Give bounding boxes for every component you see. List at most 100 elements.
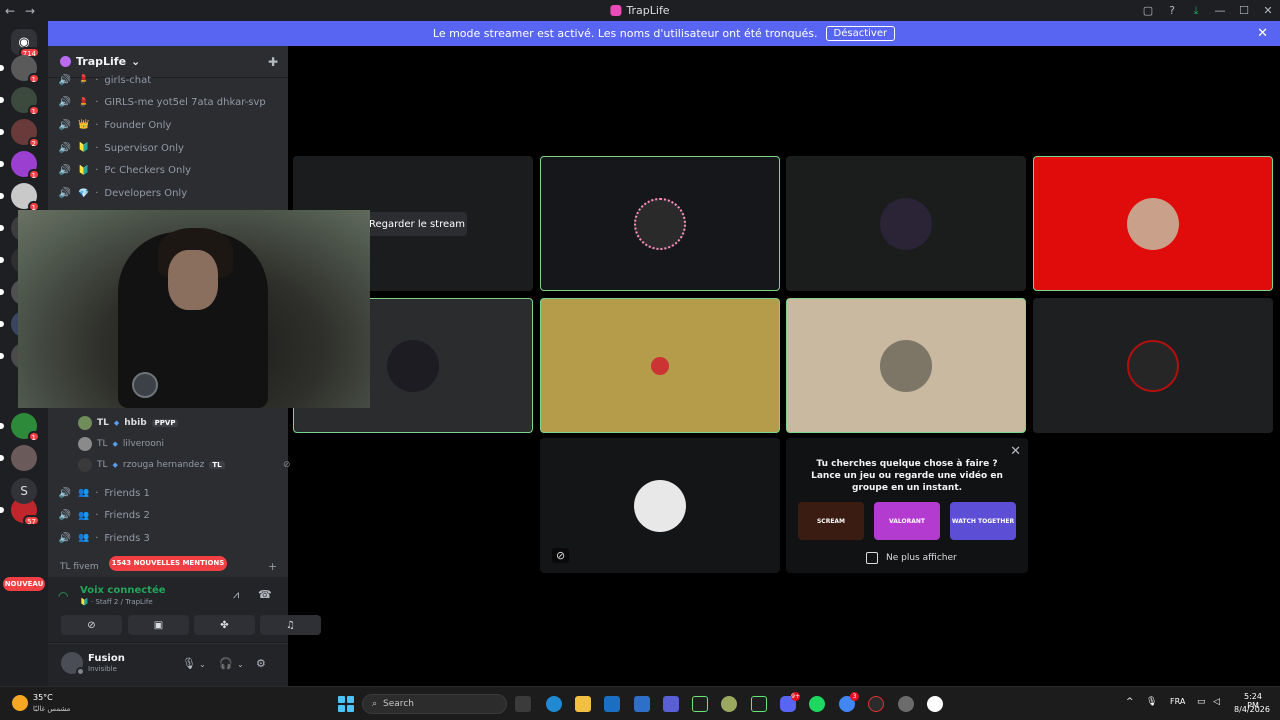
voice-channel-item[interactable]: 🔊 💄 · girls-chat <box>58 70 151 90</box>
diamond-icon: ◆ <box>112 461 118 469</box>
invite-people-icon[interactable]: ✚ <box>268 55 278 69</box>
disable-streamer-button[interactable]: Désactiver <box>825 26 896 41</box>
share-screen-button[interactable]: ▣ <box>128 615 189 635</box>
close-window-icon[interactable]: ✕ <box>1256 4 1280 17</box>
mic-chevron-icon[interactable]: ⌄ <box>199 660 206 669</box>
participant-tile[interactable]: ⊘ <box>540 438 780 573</box>
member-prefix: TL <box>97 439 108 449</box>
new-mentions-pill[interactable]: 1543 NOUVELLES MENTIONS <box>109 556 227 571</box>
teams-icon[interactable] <box>663 696 679 712</box>
close-icon[interactable]: ✕ <box>1010 444 1021 459</box>
server-icon-11[interactable]: 1 <box>0 413 40 442</box>
banner-close-icon[interactable]: ✕ <box>1257 26 1268 41</box>
chrome-icon[interactable]: 3 <box>839 692 859 712</box>
game-label: SCREAM <box>816 517 846 525</box>
disconnect-icon[interactable]: ☎ <box>258 588 272 601</box>
signal-icon[interactable]: ◠ <box>58 589 68 603</box>
back-arrow-icon[interactable]: ← <box>0 4 20 18</box>
start-button[interactable] <box>338 696 354 712</box>
microphone-icon[interactable]: 🎙 <box>182 657 196 670</box>
voice-channel[interactable]: 🔰 · Staff 2 / TrapLife <box>80 598 153 606</box>
server-icon-3[interactable]: 2 <box>0 119 40 148</box>
help-icon[interactable]: ? <box>1160 4 1184 17</box>
server-icon-5[interactable]: 1 <box>0 183 40 212</box>
discord-taskbar-icon[interactable]: 9+ <box>780 692 800 712</box>
server-s[interactable]: S <box>11 478 37 504</box>
headphones-chevron-icon[interactable]: ⌄ <box>237 660 244 669</box>
app-icon[interactable] <box>721 696 737 712</box>
input-language[interactable]: FRA <box>1170 697 1185 706</box>
activity-game-tile[interactable]: SCREAM <box>798 502 864 540</box>
headphones-icon[interactable]: 🎧 <box>219 657 233 670</box>
soundboard-button[interactable]: ♫ <box>260 615 321 635</box>
voice-channel-item[interactable]: 🔊 🔰 · Supervisor Only <box>58 138 184 158</box>
participant-tile[interactable] <box>1033 298 1273 433</box>
voice-channel-item[interactable]: 🔊 🔰 · Pc Checkers Only <box>58 161 191 181</box>
server-icon-2[interactable]: 1 <box>0 87 40 116</box>
store-icon[interactable] <box>634 696 650 712</box>
spotify-icon[interactable] <box>809 696 825 712</box>
voice-channel-item[interactable]: 🔊 👥 · Friends 1 <box>58 483 150 503</box>
voice-status: Voix connectée <box>80 585 166 596</box>
voice-channel-item[interactable]: 🔊 👑 · Founder Only <box>58 115 172 135</box>
server-icon-12[interactable] <box>0 445 37 471</box>
outlook-icon[interactable] <box>604 696 620 712</box>
arc-icon[interactable] <box>692 696 708 712</box>
settings-gear-icon[interactable]: ⚙ <box>256 657 266 670</box>
maximize-icon[interactable]: ☐ <box>1232 4 1256 17</box>
app-icon[interactable] <box>868 696 884 712</box>
volume-icon[interactable]: ◁ <box>1213 697 1220 707</box>
category-tl-fivem[interactable]: TL fivem <box>60 562 99 572</box>
clock-date[interactable]: 8/4/2026 <box>1234 705 1270 714</box>
voice-member[interactable]: TL ◆ rzouga hernandez TL ⊘ <box>78 456 291 474</box>
voice-member[interactable]: TL ◆ lilverooni <box>78 435 164 453</box>
participant-tile[interactable] <box>540 156 780 291</box>
voice-channel-item[interactable]: 🔊 💄 · GIRLS-me yot5el 7ata dhkar-svp <box>58 93 266 113</box>
participant-tile[interactable] <box>786 298 1026 433</box>
camera-toggle-button[interactable]: ⊘ <box>61 615 122 635</box>
settings-icon[interactable] <box>898 696 914 712</box>
edge-icon[interactable] <box>546 696 562 712</box>
participant-tile[interactable] <box>540 298 780 433</box>
forward-arrow-icon[interactable]: → <box>20 4 40 18</box>
voice-member[interactable]: TL ◆ hbib PPVP <box>78 414 179 432</box>
inbox-icon[interactable]: ▢ <box>1136 4 1160 17</box>
new-unreads-pill[interactable]: NOUVEAU <box>3 577 45 591</box>
taskbar-search[interactable]: ⌕ Search <box>362 694 507 714</box>
server-icon-4[interactable]: 1 <box>0 151 40 180</box>
voice-channel-item[interactable]: 🔊 💎 · Developers Only <box>58 184 187 204</box>
add-channel-icon[interactable]: + <box>268 560 277 573</box>
activities-button[interactable]: ✤ <box>194 615 255 635</box>
media-player-icon[interactable] <box>927 696 943 712</box>
watch-stream-button[interactable]: Regarder le stream <box>367 212 467 236</box>
terminal-icon[interactable] <box>751 696 767 712</box>
task-view-icon[interactable] <box>515 696 531 712</box>
show-hidden-icons[interactable]: ^ <box>1126 697 1134 707</box>
unread-indicator <box>0 353 4 359</box>
window-title-text: TrapLife <box>626 4 670 17</box>
network-icon[interactable]: ▭ <box>1197 697 1206 707</box>
banner-text: Le mode streamer est activé. Les noms d'… <box>432 27 818 40</box>
activity-game-tile[interactable]: VALORANT <box>874 502 940 540</box>
muted-icon: ⊘ <box>283 460 291 470</box>
server-icon-1[interactable]: 1 <box>0 55 40 84</box>
participant-tile[interactable] <box>786 156 1026 291</box>
avatar[interactable] <box>61 652 85 676</box>
dont-show-label[interactable]: Ne plus afficher <box>886 553 957 563</box>
dont-show-checkbox[interactable] <box>866 552 878 564</box>
voice-channel-item[interactable]: 🔊 👥 · Friends 3 <box>58 528 150 548</box>
file-explorer-icon[interactable] <box>575 696 591 712</box>
participant-tile[interactable] <box>1033 156 1273 291</box>
noise-suppression-icon[interactable]: ⩘ <box>233 588 239 602</box>
minimize-icon[interactable]: — <box>1208 4 1232 17</box>
weather-sun-icon[interactable] <box>12 695 28 711</box>
home-button[interactable]: ◉ 714 <box>11 29 40 58</box>
channel-emoji-icon: 👥 <box>78 488 90 498</box>
download-icon[interactable]: ⤓ <box>1184 4 1208 18</box>
participant-avatar <box>634 197 686 250</box>
video-off-icon: ⊘ <box>552 548 570 563</box>
voice-channel-item[interactable]: 🔊 👥 · Friends 2 <box>58 506 150 526</box>
microphone-tray-icon[interactable]: 🎙 <box>1146 697 1157 707</box>
activity-game-tile[interactable]: WATCH TOGETHER <box>950 502 1016 540</box>
member-name: rzouga hernandez <box>122 460 205 470</box>
